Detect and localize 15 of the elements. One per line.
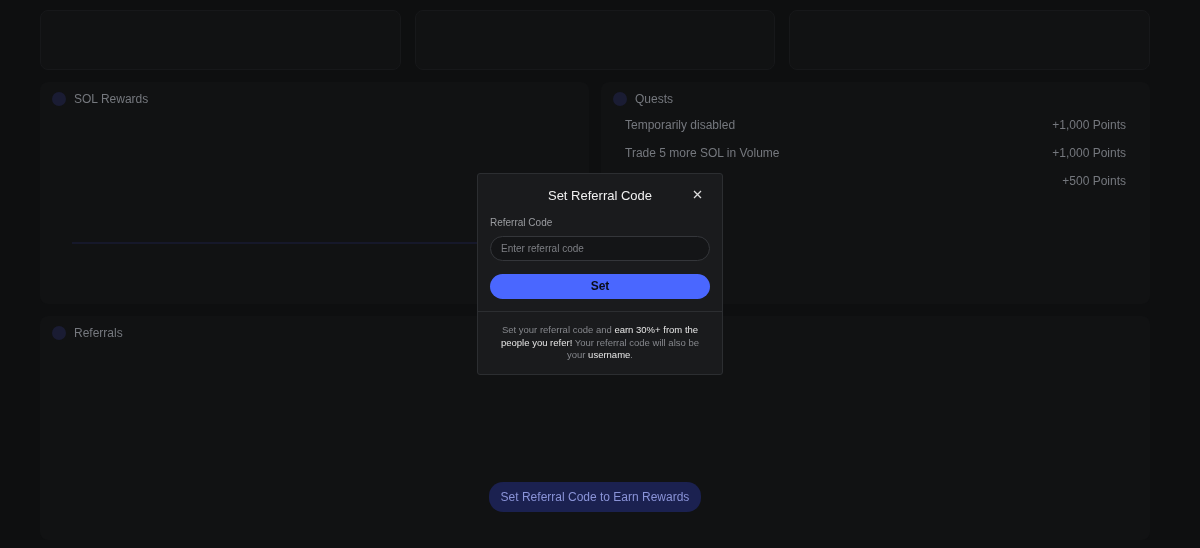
panel-title: SOL Rewards (74, 92, 149, 106)
set-button[interactable]: Set (490, 273, 710, 299)
dialog-title: Set Referral Code (547, 187, 653, 203)
dialog-note: Set your referral code and earn 30%+ from the people you refer! Your referral code will also be your username. (500, 323, 699, 361)
panel-title: Referrals (74, 326, 123, 340)
field-label: Referral Code (490, 216, 554, 228)
quest-label: Trade 5 more SOL in Volume (625, 146, 780, 162)
quest-label: Temporarily disabled (625, 118, 736, 134)
quest-points: +500 Points (1062, 174, 1126, 190)
quest-points: +1,000 Points (1052, 146, 1126, 162)
referral-code-field[interactable]: Enter referral code (490, 235, 710, 261)
quest-points: +1,000 Points (1052, 118, 1126, 134)
close-icon (692, 190, 702, 200)
set-referral-button[interactable]: Set Referral Code to Earn Rewards (488, 482, 702, 512)
panel-title: Quests (635, 92, 673, 106)
